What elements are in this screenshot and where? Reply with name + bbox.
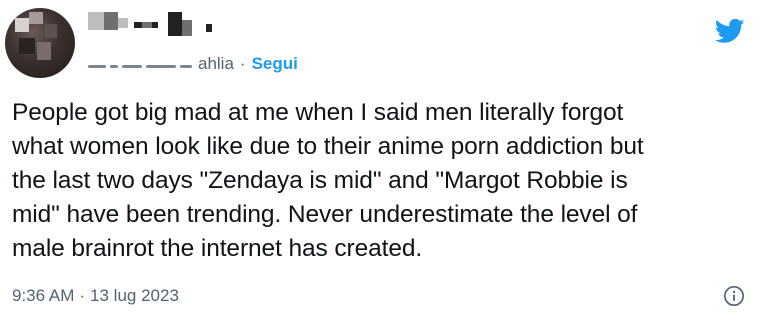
tweet-card: ahlia · Segui People got big mad at me w… — [0, 0, 767, 324]
handle-redacted — [84, 56, 196, 72]
info-icon[interactable] — [723, 285, 745, 307]
separator-dot: · — [239, 54, 246, 73]
tweet-timestamp[interactable]: 9:36 AM · 13 lug 2023 — [12, 286, 179, 306]
tweet-date: 13 lug 2023 — [90, 286, 179, 305]
handle-row: ahlia · Segui — [84, 52, 298, 76]
meta-separator: · — [79, 286, 86, 305]
twitter-bird-icon[interactable] — [713, 16, 747, 46]
tweet-time: 9:36 AM — [12, 286, 75, 305]
avatar[interactable] — [5, 8, 75, 78]
follow-button[interactable]: Segui — [252, 54, 298, 74]
tweet-text: People got big mad at me when I said men… — [12, 99, 644, 262]
handle-text: ahlia — [198, 54, 234, 73]
